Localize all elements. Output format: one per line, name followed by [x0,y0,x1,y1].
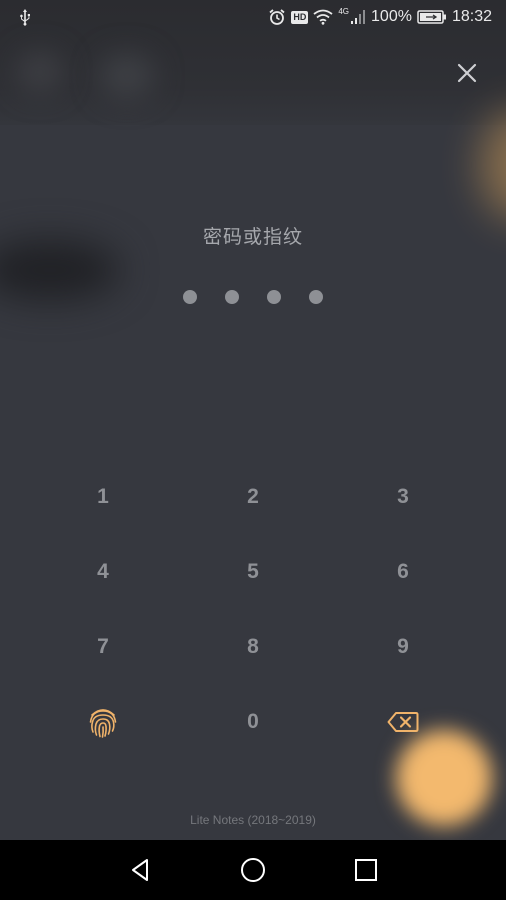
status-icons: HD 4G 100% 18:32 [268,6,492,28]
fingerprint-icon [89,708,117,738]
fingerprint-button[interactable] [28,684,178,759]
numeric-keypad: 1 2 3 4 5 6 7 8 9 0 [28,459,478,759]
key-1[interactable]: 1 [28,459,178,534]
clock: 18:32 [451,8,492,25]
key-5[interactable]: 5 [178,534,328,609]
signal-icon [350,9,366,25]
pin-dot [267,290,281,304]
key-4[interactable]: 4 [28,534,178,609]
blurred-background-shape [18,52,62,92]
battery-percent: 100% [371,8,412,25]
recent-square-icon [355,859,377,881]
app-footer: Lite Notes (2018~2019) [190,813,316,827]
battery-charging-icon [417,9,447,25]
key-0[interactable]: 0 [178,684,328,759]
close-button[interactable] [452,58,482,88]
home-circle-icon [241,858,265,882]
hd-badge: HD [291,10,309,24]
navigation-bar [0,840,506,900]
password-prompt: 密码或指纹 [202,227,303,248]
back-button[interactable] [128,857,154,883]
status-bar: HD 4G 100% 18:32 [0,0,506,34]
pin-dot [183,290,197,304]
pin-dot [309,290,323,304]
alarm-icon [268,8,286,26]
key-9[interactable]: 9 [328,609,478,684]
key-2[interactable]: 2 [178,459,328,534]
key-8[interactable]: 8 [178,609,328,684]
home-button[interactable] [240,857,266,883]
pin-indicator [0,290,506,304]
close-icon [457,63,477,83]
key-3[interactable]: 3 [328,459,478,534]
wifi-icon [313,9,333,25]
key-7[interactable]: 7 [28,609,178,684]
backspace-icon [387,711,419,732]
pin-dot [225,290,239,304]
usb-icon [16,8,34,26]
backspace-button[interactable] [328,684,478,759]
blurred-accent-shape [480,110,506,220]
key-6[interactable]: 6 [328,534,478,609]
back-triangle-icon [132,859,148,881]
recent-apps-button[interactable] [353,857,379,883]
lock-screen: HD 4G 100% 18:32 密码或指纹 1 2 3 4 5 6 7 8 9… [0,0,506,900]
network-type: 4G [338,6,350,16]
blurred-background-shape [100,54,154,98]
